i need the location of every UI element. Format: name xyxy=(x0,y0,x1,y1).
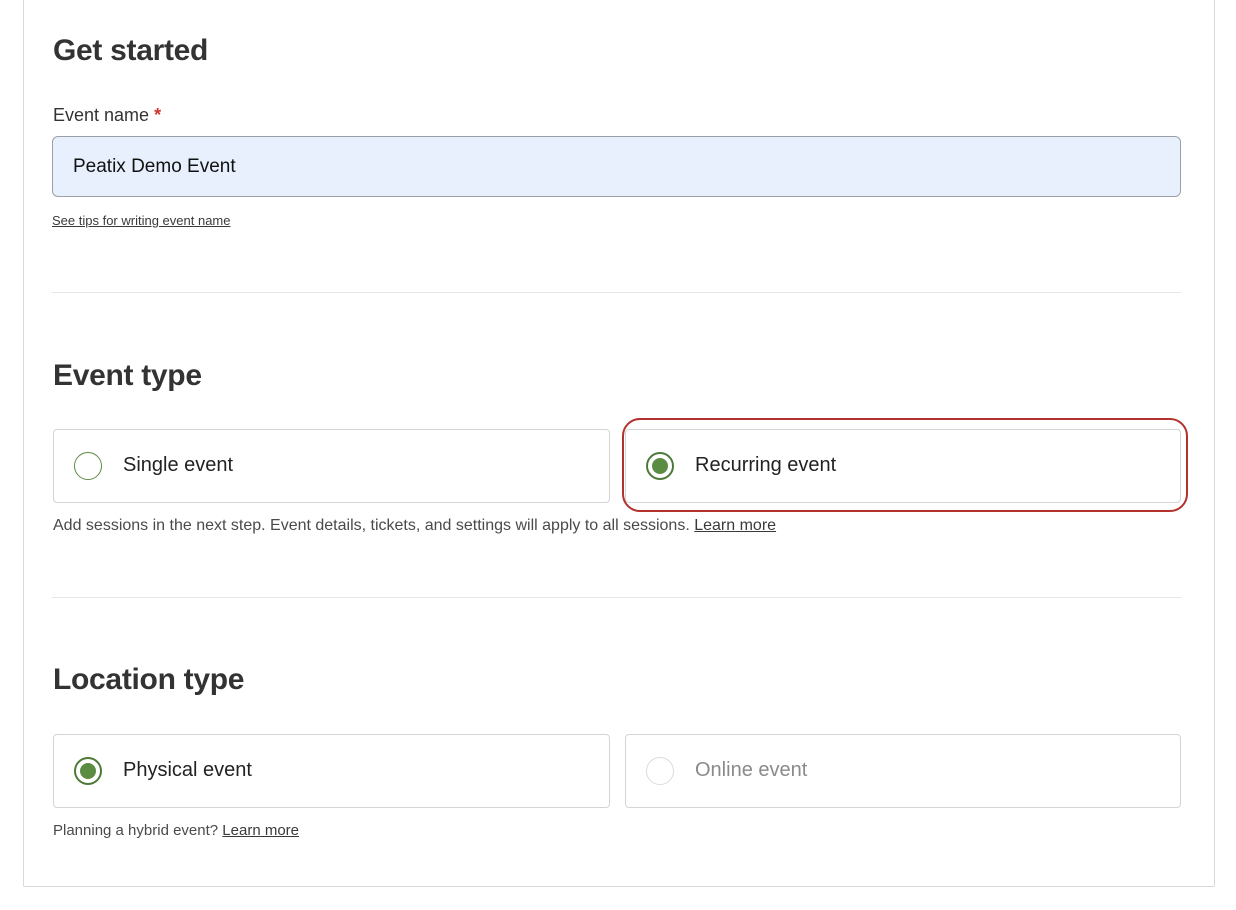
event-name-label-text: Event name xyxy=(53,105,150,125)
radio-single-event[interactable] xyxy=(74,452,102,480)
option-label-recurring-event: Recurring event xyxy=(695,454,837,476)
section-divider xyxy=(52,292,1181,293)
option-label-online-event: Online event xyxy=(695,759,808,781)
radio-recurring-event[interactable] xyxy=(646,452,674,480)
radio-online-event[interactable] xyxy=(646,757,674,785)
location-type-learn-more-link[interactable]: Learn more xyxy=(222,822,299,839)
event-type-helper: Add sessions in the next step. Event det… xyxy=(53,517,776,535)
event-name-label: Event name * xyxy=(53,105,161,126)
location-type-helper: Planning a hybrid event? Learn more xyxy=(53,822,299,839)
tips-link[interactable]: See tips for writing event name xyxy=(52,213,230,228)
option-label-physical-event: Physical event xyxy=(123,759,252,781)
option-recurring-event[interactable]: Recurring event xyxy=(625,429,1181,503)
location-type-helper-text: Planning a hybrid event? xyxy=(53,822,219,839)
option-online-event[interactable]: Online event xyxy=(625,734,1181,808)
option-single-event[interactable]: Single event xyxy=(53,429,610,503)
section-title-get-started: Get started xyxy=(53,34,209,67)
event-type-learn-more-link[interactable]: Learn more xyxy=(694,517,776,534)
radio-physical-event[interactable] xyxy=(74,757,102,785)
event-name-input[interactable] xyxy=(52,136,1181,197)
option-label-single-event: Single event xyxy=(123,454,234,476)
section-title-location-type: Location type xyxy=(53,663,245,696)
required-asterisk: * xyxy=(154,105,162,125)
event-type-helper-text: Add sessions in the next step. Event det… xyxy=(53,517,690,534)
section-divider xyxy=(52,597,1181,598)
section-title-event-type: Event type xyxy=(53,359,202,392)
option-physical-event[interactable]: Physical event xyxy=(53,734,610,808)
